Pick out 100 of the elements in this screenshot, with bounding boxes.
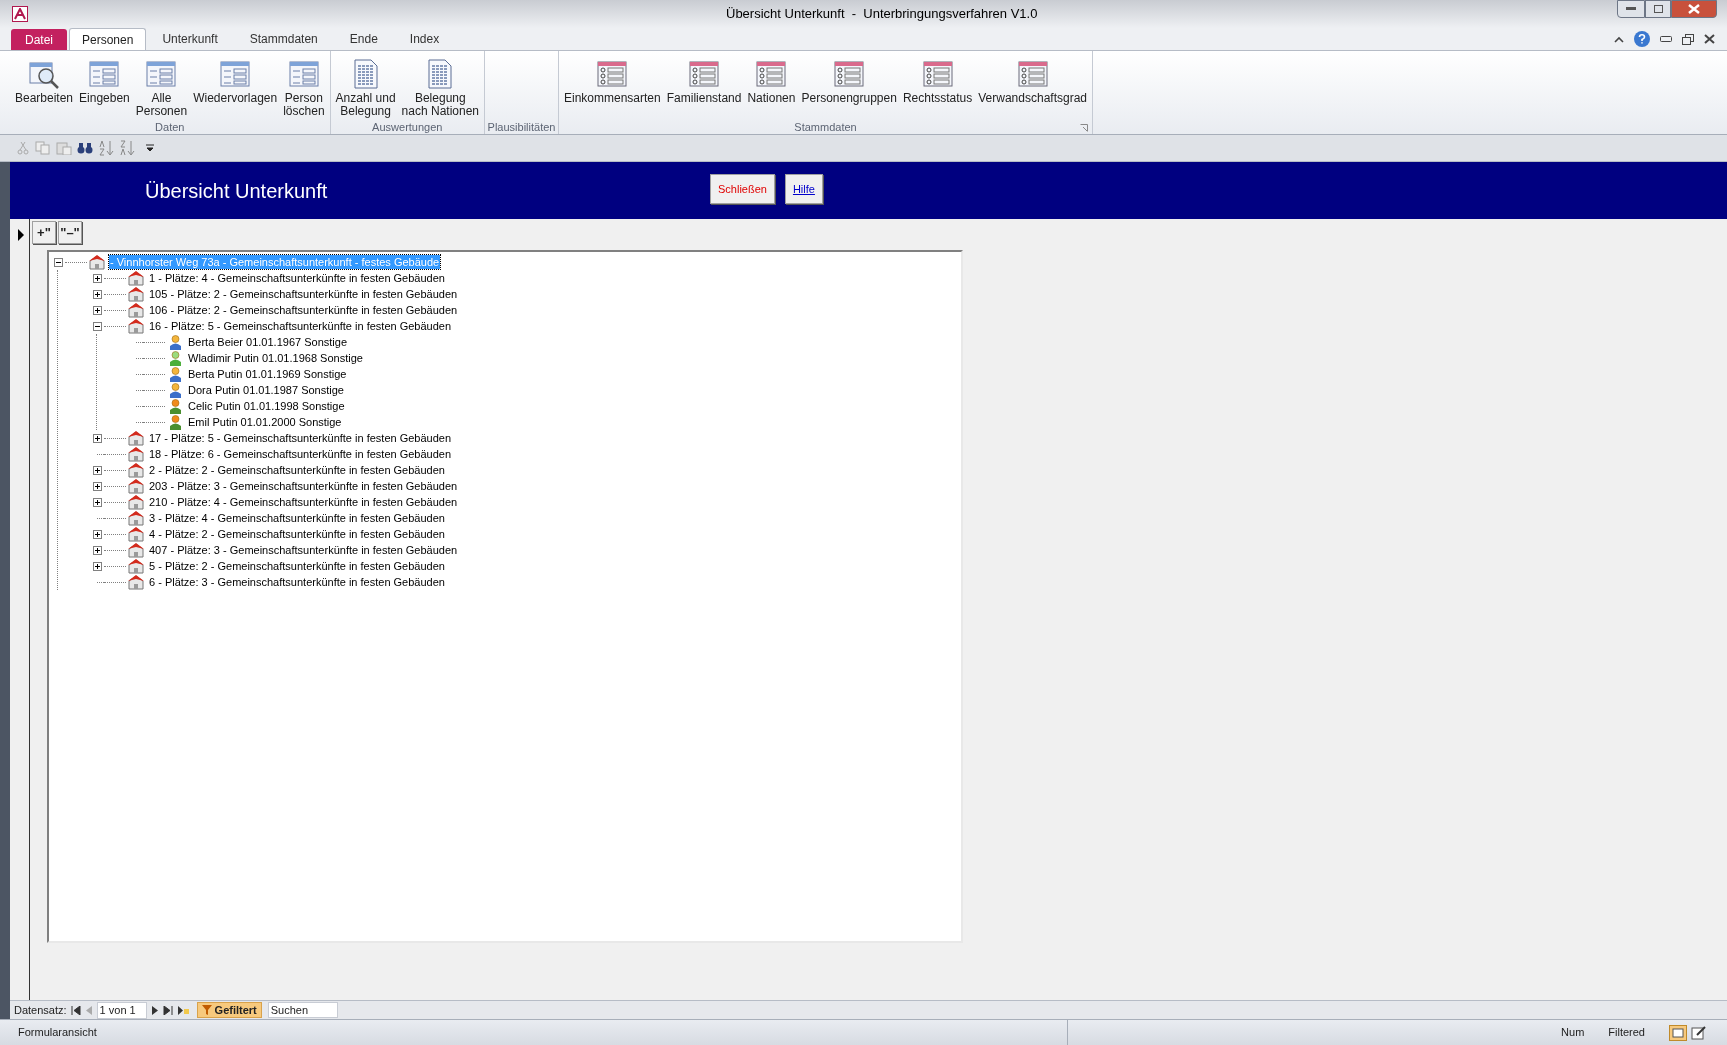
expand-toggle[interactable] <box>92 289 102 299</box>
tree-item[interactable]: 203 - Plätze: 3 - Gemeinschaftsunterkünfte in festen Gebäuden <box>148 479 459 493</box>
house-icon <box>128 510 144 526</box>
report-icon <box>352 58 379 90</box>
tree-item[interactable]: Celic Putin 01.01.1998 Sonstige <box>187 399 346 413</box>
form-icon <box>219 58 252 90</box>
form-icon <box>145 58 178 90</box>
ribbon-group-label: Plausibilitäten <box>487 121 556 133</box>
tree-item[interactable]: Emil Putin 01.01.2000 Sonstige <box>187 415 343 429</box>
tree-item[interactable]: 3 - Plätze: 4 - Gemeinschaftsunterkünfte in festen Gebäuden <box>148 511 446 525</box>
close-icon[interactable] <box>1704 34 1715 44</box>
ribbon-button[interactable]: Nationen <box>744 56 799 120</box>
ribbon-button[interactable]: Rechtsstatus <box>899 56 976 120</box>
new-record-icon[interactable] <box>176 1005 189 1015</box>
tree-item[interactable]: 5 - Plätze: 2 - Gemeinschaftsunterkünfte in festen Gebäuden <box>148 559 446 573</box>
restore-icon[interactable] <box>1682 33 1694 45</box>
ribbon-button[interactable]: Alle Personen <box>132 56 191 120</box>
expand-toggle[interactable] <box>92 497 102 507</box>
ribbon-button[interactable]: Familienstand <box>663 56 745 120</box>
house-icon <box>89 254 105 270</box>
tree-item[interactable]: 4 - Plätze: 2 - Gemeinschaftsunterkünfte in festen Gebäuden <box>148 527 446 541</box>
tree-item[interactable]: 17 - Plätze: 5 - Gemeinschaftsunterkünfte in festen Gebäuden <box>148 431 453 445</box>
house-icon <box>128 286 144 302</box>
table-icon <box>921 60 954 88</box>
expand-toggle[interactable] <box>92 305 102 315</box>
person-icon <box>168 382 182 398</box>
binoculars-icon[interactable] <box>77 141 93 155</box>
table-icon <box>688 60 721 88</box>
ribbon-button[interactable]: Eingeben <box>76 56 133 120</box>
ribbon-tab[interactable]: Personen <box>69 28 147 50</box>
chevron-up-icon[interactable] <box>1614 35 1624 43</box>
ribbon-tab[interactable]: Ende <box>337 28 390 50</box>
tree-item[interactable]: Berta Beier 01.01.1967 Sonstige <box>187 335 348 349</box>
collapse-toggle[interactable] <box>92 321 102 331</box>
ribbon-button[interactable]: Person löschen <box>280 56 328 120</box>
ribbon-tab[interactable]: Unterkunft <box>150 28 230 50</box>
ribbon-button[interactable]: Belegung nach Nationen <box>398 56 482 120</box>
file-tab[interactable]: Datei <box>11 29 67 50</box>
table-icon <box>755 60 788 88</box>
expand-toggle[interactable] <box>92 561 102 571</box>
ribbon-button[interactable]: Anzahl und Belegung <box>332 56 399 120</box>
tree-item[interactable]: 16 - Plätze: 5 - Gemeinschaftsunterkünfte in festen Gebäuden <box>148 319 453 333</box>
dialog-launcher-icon[interactable] <box>1080 124 1088 132</box>
house-icon <box>128 446 144 462</box>
close-icon <box>1688 4 1700 14</box>
tree-item[interactable]: 2 - Plätze: 2 - Gemeinschaftsunterkünfte in festen Gebäuden <box>148 463 446 477</box>
person-icon <box>168 398 182 414</box>
ribbon-button[interactable]: Personengruppen <box>798 56 900 120</box>
minimize-button[interactable] <box>1617 0 1645 18</box>
expand-all-button[interactable]: +" <box>32 221 56 244</box>
person-icon <box>168 414 182 430</box>
tree-item[interactable]: 6 - Plätze: 3 - Gemeinschaftsunterkünfte in festen Gebäuden <box>148 575 446 589</box>
house-icon <box>128 430 144 446</box>
next-record-icon[interactable] <box>150 1005 159 1015</box>
ribbon-button[interactable]: Wiedervorlagen <box>190 56 281 120</box>
tree-item[interactable]: 106 - Plätze: 2 - Gemeinschaftsunterkünfte in festen Gebäuden <box>148 303 459 317</box>
minimize-icon[interactable] <box>1660 36 1672 42</box>
close-button[interactable] <box>1671 0 1717 18</box>
tree-item[interactable]: 1 - Plätze: 4 - Gemeinschaftsunterkünfte in festen Gebäuden <box>148 271 446 285</box>
design-view-icon[interactable] <box>1691 1024 1707 1041</box>
last-record-icon[interactable] <box>162 1005 173 1015</box>
tree-item[interactable]: Wladimir Putin 01.01.1968 Sonstige <box>187 351 364 365</box>
tree-item[interactable]: Berta Putin 01.01.1969 Sonstige <box>187 367 348 381</box>
maximize-button[interactable] <box>1645 0 1671 18</box>
form-title: Übersicht Unterkunft <box>145 179 328 204</box>
collapse-toggle[interactable] <box>53 257 63 267</box>
tree-item[interactable]: 18 - Plätze: 6 - Gemeinschaftsunterkünfte in festen Gebäuden <box>148 447 453 461</box>
expand-toggle[interactable] <box>92 529 102 539</box>
expand-toggle[interactable] <box>92 465 102 475</box>
ribbon-button[interactable]: Verwandschaftsgrad <box>975 56 1090 120</box>
person-icon <box>168 366 182 382</box>
ribbon-button[interactable]: Einkommensarten <box>561 56 664 120</box>
record-label: Datensatz: <box>14 1002 67 1018</box>
tree-item[interactable]: Dora Putin 01.01.1987 Sonstige <box>187 383 345 397</box>
ribbon-tab[interactable]: Stammdaten <box>237 28 330 50</box>
ribbon-tab[interactable]: Index <box>397 28 452 50</box>
person-icon <box>168 334 182 350</box>
first-record-icon[interactable] <box>70 1005 81 1015</box>
search-field[interactable]: Suchen <box>267 1002 338 1018</box>
house-icon <box>128 574 144 590</box>
ribbon-button[interactable]: Bearbeiten <box>12 56 77 120</box>
tree-item[interactable]: 407 - Plätze: 3 - Gemeinschaftsunterkünfte in festen Gebäuden <box>148 543 459 557</box>
filter-button[interactable]: Gefiltert <box>196 1002 262 1018</box>
expand-toggle[interactable] <box>92 481 102 491</box>
funnel-icon <box>201 1005 212 1015</box>
expand-toggle[interactable] <box>92 433 102 443</box>
window-title: Übersicht Unterkunft - Unterbringungsverfahren V1.0 <box>726 5 1038 23</box>
expand-toggle[interactable] <box>92 545 102 555</box>
help-button[interactable]: Hilfe <box>784 174 823 204</box>
help-icon[interactable] <box>1634 31 1650 47</box>
report-icon <box>427 58 454 90</box>
record-position-field[interactable]: 1 von 1 <box>96 1001 147 1019</box>
house-icon <box>128 542 144 558</box>
expand-toggle[interactable] <box>92 273 102 283</box>
dropdown-icon[interactable] <box>146 144 154 152</box>
tree-item[interactable]: 105 - Plätze: 2 - Gemeinschaftsunterkünfte in festen Gebäuden <box>148 287 459 301</box>
minimize-icon <box>1626 7 1636 11</box>
tree-item[interactable]: 210 - Plätze: 4 - Gemeinschaftsunterkünfte in festen Gebäuden <box>148 495 459 509</box>
collapse-all-button[interactable]: "–" <box>58 221 82 244</box>
close-button[interactable]: Schließen <box>710 174 775 204</box>
